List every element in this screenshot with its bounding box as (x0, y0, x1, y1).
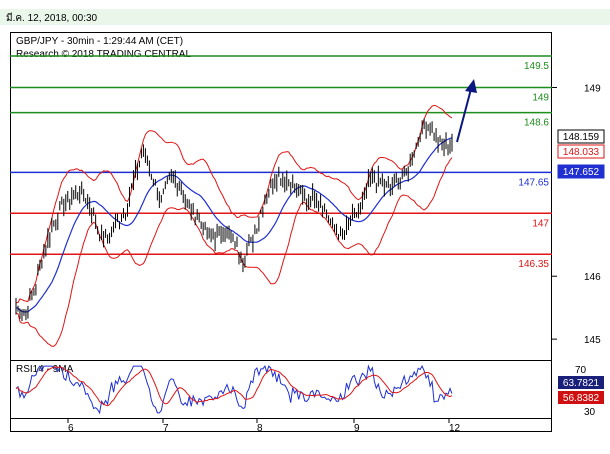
level-label: 146.35 (518, 259, 549, 270)
bollinger-upper-line (15, 104, 453, 304)
x-tick-label: 12 (449, 423, 461, 434)
chart-title: GBP/JPY - 30min - 1:29:44 AM (CET) (16, 36, 183, 47)
rsi-ma-badge: 56.8382 (558, 391, 604, 404)
level-labels: 149.5 149 148.6 147.65 147 146.35 (518, 61, 549, 270)
chart-canvas: มี.ค. 12, 2018, 00:30 GBP/JPY - 30min - … (0, 9, 610, 434)
level-label: 147 (532, 218, 549, 229)
current-price-badge: 148.159 (557, 129, 605, 144)
bollinger-upper-badge: 148.033 (557, 144, 605, 159)
x-tick-label: 6 (68, 423, 74, 434)
header-date: มี.ค. 12, 2018, 00:30 (6, 12, 98, 24)
svg-text:148.159: 148.159 (563, 132, 600, 143)
svg-text:56.8382: 56.8382 (563, 393, 600, 404)
level-label: 148.6 (524, 118, 549, 129)
price-tick-label: 146 (584, 272, 601, 283)
price-axis: 145 146 149 (552, 83, 601, 346)
moving-average-line (15, 137, 453, 313)
indicator-tick-label: 70 (575, 365, 587, 376)
price-badges: 148.159 148.033 147.652 (557, 129, 605, 179)
forecast-arrow (456, 79, 477, 143)
x-tick-label: 7 (163, 423, 169, 434)
rsi-ma-line (15, 366, 453, 407)
level-label: 147.65 (518, 177, 549, 188)
price-tick-label: 145 (584, 335, 601, 346)
rsi-line (15, 364, 453, 415)
level-label: 149 (532, 92, 549, 103)
price-tick-label: 149 (584, 83, 601, 94)
price-bars (15, 118, 453, 322)
svg-text:147.652: 147.652 (563, 167, 600, 178)
rsi-badge: 63.7821 (558, 376, 604, 389)
chart-subtitle: Research © 2018 TRADING CENTRAL (16, 49, 191, 60)
indicator-tick-label: 30 (584, 407, 596, 418)
svg-text:148.033: 148.033 (563, 147, 600, 158)
level-label: 149.5 (524, 61, 549, 72)
moving-average-badge: 147.652 (557, 164, 605, 179)
x-tick-label: 8 (257, 423, 263, 434)
svg-text:63.7821: 63.7821 (563, 378, 600, 389)
x-tick-label: 9 (354, 423, 360, 434)
